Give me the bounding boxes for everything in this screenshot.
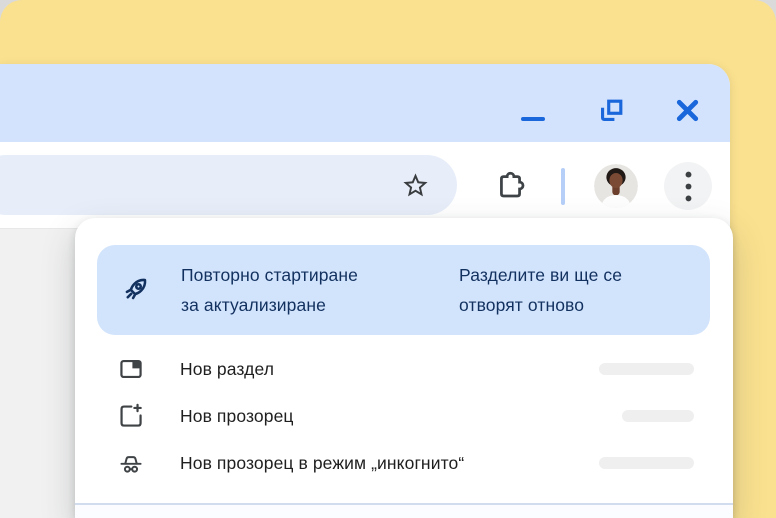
window-titlebar xyxy=(0,64,730,142)
menu-item-label: Нов прозорец xyxy=(180,393,294,440)
shortcut-placeholder xyxy=(622,410,694,422)
more-vert-icon xyxy=(683,170,694,203)
minimize-icon xyxy=(521,117,545,122)
minimize-button[interactable] xyxy=(511,88,555,132)
bookmark-star-icon xyxy=(401,171,430,200)
toolbar-divider xyxy=(561,168,565,205)
extensions-button[interactable] xyxy=(490,165,530,205)
banner-primary-text: Повторно стартиране за актуализиране xyxy=(181,260,358,320)
extensions-puzzle-icon xyxy=(494,169,527,202)
shortcut-placeholder xyxy=(599,457,694,469)
restore-button[interactable] xyxy=(589,88,633,132)
new-window-icon xyxy=(117,402,145,430)
menu-next-section xyxy=(75,505,733,518)
shortcut-placeholder xyxy=(599,363,694,375)
address-bar[interactable] xyxy=(0,155,457,215)
close-button[interactable] xyxy=(665,88,709,132)
promo-canvas: Повторно стартиране за актуализиране Раз… xyxy=(0,0,776,518)
browser-app-menu: Повторно стартиране за актуализиране Раз… xyxy=(75,218,733,518)
restore-icon xyxy=(597,96,626,125)
browser-toolbar xyxy=(0,142,730,228)
new-tab-icon xyxy=(117,355,145,383)
incognito-icon xyxy=(117,449,145,477)
profile-avatar[interactable] xyxy=(594,164,638,208)
menu-item-new-incognito-window[interactable]: Нов прозорец в режим „инкогнито“ xyxy=(75,440,733,487)
banner-secondary-text: Разделите ви ще се отворят отново xyxy=(459,260,622,320)
menu-item-new-tab[interactable]: Нов раздел xyxy=(75,346,733,393)
restart-to-update-banner[interactable]: Повторно стартиране за актуализиране Раз… xyxy=(97,245,710,335)
more-menu-button[interactable] xyxy=(664,162,712,210)
avatar-image xyxy=(594,164,638,208)
yellow-backdrop: Повторно стартиране за актуализиране Раз… xyxy=(0,0,776,518)
menu-item-label: Нов прозорец в режим „инкогнито“ xyxy=(180,440,464,487)
menu-item-label: Нов раздел xyxy=(180,346,274,393)
menu-item-new-window[interactable]: Нов прозорец xyxy=(75,393,733,440)
rocket-launch-icon xyxy=(117,272,153,308)
bookmark-button[interactable] xyxy=(396,166,434,204)
close-icon xyxy=(673,96,702,125)
